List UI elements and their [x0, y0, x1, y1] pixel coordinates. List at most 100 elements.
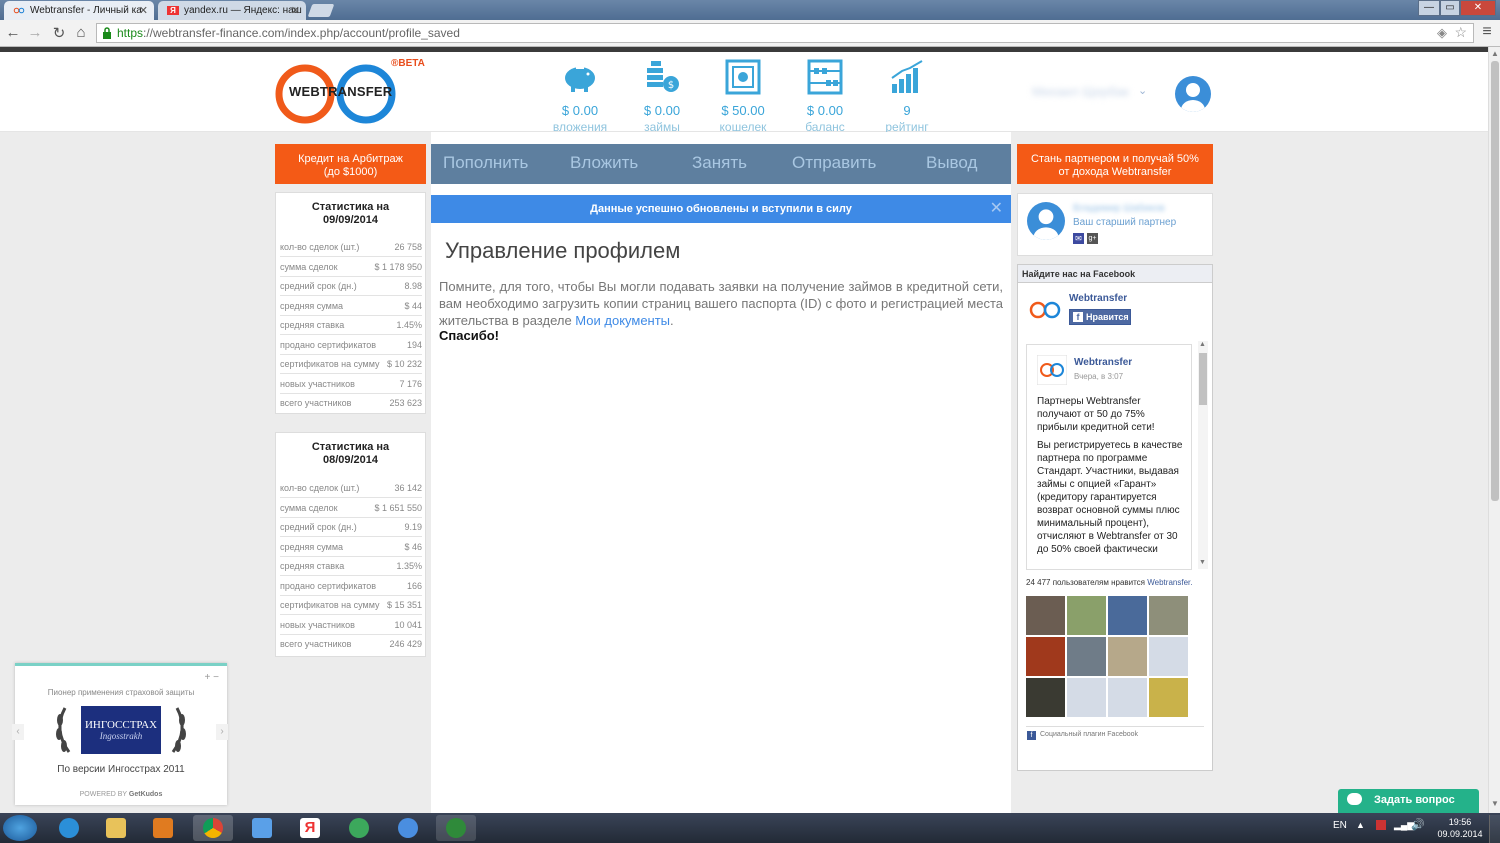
post-paragraph: Партнеры Webtransfer получают от 50 до 7…: [1037, 396, 1155, 433]
stats-value: 8.98: [404, 281, 422, 291]
media-player-icon: [153, 818, 173, 838]
user-name[interactable]: Михаил Щербак: [1032, 84, 1129, 99]
scroll-down-icon[interactable]: ▼: [1199, 559, 1206, 566]
tray-flag-icon[interactable]: [1376, 820, 1386, 830]
fan-avatar[interactable]: [1149, 678, 1188, 717]
fan-avatar[interactable]: [1149, 596, 1188, 635]
fan-avatar[interactable]: [1026, 678, 1065, 717]
user-avatar[interactable]: [1175, 76, 1211, 112]
tray-arrow-icon[interactable]: ▲: [1356, 820, 1365, 830]
back-icon[interactable]: ←: [4, 24, 22, 41]
fb-page-name[interactable]: Webtransfer: [1069, 293, 1127, 304]
fb-plugin-text[interactable]: Социальный плагин Facebook: [1040, 731, 1138, 738]
taskbar-chrome[interactable]: [193, 815, 233, 841]
scroll-up-icon[interactable]: ▲: [1491, 49, 1499, 58]
my-documents-link[interactable]: Мои документы: [575, 313, 670, 328]
maximize-button[interactable]: ▭: [1440, 0, 1460, 16]
fan-avatar[interactable]: [1149, 637, 1188, 676]
stats-row: сертификатов на сумму $ 15 351: [280, 596, 422, 615]
post-author[interactable]: Webtransfer: [1074, 357, 1132, 368]
tab-yandex[interactable]: Я yandex.ru — Яндекс: наш ✕: [158, 1, 306, 20]
likes-link[interactable]: Webtransfer.: [1147, 578, 1192, 587]
ingo-brand: ИНГОССТРАХ: [84, 719, 158, 731]
scroll-up-icon[interactable]: ▲: [1199, 341, 1206, 348]
ask-question-button[interactable]: Задать вопрос: [1338, 789, 1479, 813]
fan-avatar[interactable]: [1067, 678, 1106, 717]
scrollbar-thumb[interactable]: [1491, 61, 1499, 501]
stat-balance[interactable]: $ 0.00 баланс: [790, 58, 860, 134]
powered-by[interactable]: POWERED BY GetKudos: [15, 791, 227, 798]
taskbar-app[interactable]: [436, 815, 476, 841]
fan-avatar[interactable]: [1067, 637, 1106, 676]
stats-key: средний срок (дн.): [280, 522, 357, 532]
fan-avatar[interactable]: [1026, 637, 1065, 676]
volume-icon[interactable]: 🔊: [1411, 818, 1425, 831]
menu-icon[interactable]: ≡: [1478, 23, 1496, 41]
widget-controls[interactable]: + −: [205, 672, 219, 683]
taskbar-app[interactable]: [339, 815, 379, 841]
url-bar[interactable]: https://webtransfer-finance.com/index.ph…: [96, 23, 1474, 43]
webtransfer-page-logo-icon[interactable]: [1028, 300, 1062, 320]
nav-deposit[interactable]: Пополнить: [443, 153, 528, 173]
clock[interactable]: 19:56 09.09.2014: [1436, 816, 1484, 840]
stat-loans[interactable]: $ $ 0.00 займы: [627, 58, 697, 134]
nav-borrow[interactable]: Занять: [692, 153, 747, 173]
taskbar-ie[interactable]: [49, 815, 89, 841]
taskbar-app[interactable]: [242, 815, 282, 841]
language-indicator[interactable]: EN: [1333, 820, 1347, 831]
home-icon[interactable]: ⌂: [72, 24, 90, 41]
close-tab-icon[interactable]: ✕: [139, 4, 148, 17]
nav-send[interactable]: Отправить: [792, 153, 876, 173]
tab-webtransfer[interactable]: Webtransfer - Личный ка ✕: [4, 1, 154, 20]
fb-like-button[interactable]: f Нравится: [1069, 309, 1131, 325]
arbitrage-credit-button[interactable]: Кредит на Арбитраж (до $1000): [275, 144, 426, 184]
close-icon[interactable]: ✕: [990, 195, 1003, 223]
stats-key: сертификатов на сумму: [280, 600, 380, 610]
webtransfer-logo[interactable]: WEBTRANSFER ®BETA: [275, 58, 425, 126]
webtransfer-favicon-icon: [13, 7, 25, 14]
fan-avatar[interactable]: [1026, 596, 1065, 635]
gplus-icon[interactable]: g+: [1087, 233, 1098, 244]
stat-wallet[interactable]: $ 50.00 кошелек: [708, 58, 778, 134]
taskbar-media[interactable]: [143, 815, 183, 841]
chevron-down-icon[interactable]: ⌄: [1138, 84, 1147, 97]
reload-icon[interactable]: ↻: [50, 24, 68, 42]
stat-rating[interactable]: 9 рейтинг: [872, 58, 942, 134]
fb-post-scrollbar[interactable]: ▲ ▼: [1198, 341, 1208, 569]
bookmark-star-icon[interactable]: ☆: [1454, 23, 1467, 41]
show-desktop-button[interactable]: [1489, 815, 1500, 843]
forward-icon[interactable]: →: [26, 24, 44, 41]
close-window-button[interactable]: ✕: [1460, 0, 1496, 16]
nav-invest[interactable]: Вложить: [570, 153, 638, 173]
new-tab-button[interactable]: [307, 4, 335, 17]
scrollbar-thumb[interactable]: [1199, 353, 1207, 405]
fb-likes-count: 24 477 пользователям нравится Webtransfe…: [1026, 578, 1192, 587]
fan-avatar[interactable]: [1108, 596, 1147, 635]
fan-avatar[interactable]: [1067, 596, 1106, 635]
shield-icon[interactable]: ◈: [1437, 24, 1447, 42]
page-scrollbar[interactable]: ▲ ▼: [1488, 47, 1500, 813]
nav-withdraw[interactable]: Вывод: [926, 153, 977, 173]
become-partner-button[interactable]: Стань партнером и получай 50% от дохода …: [1017, 144, 1213, 184]
partner-avatar[interactable]: [1027, 202, 1065, 240]
taskbar-app[interactable]: [388, 815, 428, 841]
scroll-down-icon[interactable]: ▼: [1491, 799, 1499, 808]
post-author-logo-icon[interactable]: [1037, 355, 1067, 385]
main-nav: Пополнить Вложить Занять Отправить Вывод: [431, 144, 1011, 184]
stat-investments[interactable]: $ 0.00 вложения: [545, 58, 615, 134]
close-tab-icon[interactable]: ✕: [291, 4, 300, 17]
minimize-button[interactable]: —: [1418, 0, 1440, 16]
fan-avatar[interactable]: [1108, 678, 1147, 717]
taskbar-yandex[interactable]: Я: [290, 815, 330, 841]
stats-value: $ 10 232: [386, 359, 422, 369]
partner-name[interactable]: Владимир Шабиков: [1073, 203, 1165, 214]
next-arrow-icon[interactable]: ›: [216, 724, 228, 740]
prev-arrow-icon[interactable]: ‹: [12, 724, 24, 740]
stats-row: сумма сделок $ 1 651 550: [280, 499, 422, 518]
start-button[interactable]: [3, 815, 37, 841]
ingosstrakh-logo[interactable]: ИНГОССТРАХ Ingosstrakh: [81, 706, 161, 754]
notice-text: Помните, для того, чтобы Вы могли подава…: [439, 279, 1003, 328]
message-icon[interactable]: ✉: [1073, 233, 1084, 244]
taskbar-explorer[interactable]: [96, 815, 136, 841]
fan-avatar[interactable]: [1108, 637, 1147, 676]
